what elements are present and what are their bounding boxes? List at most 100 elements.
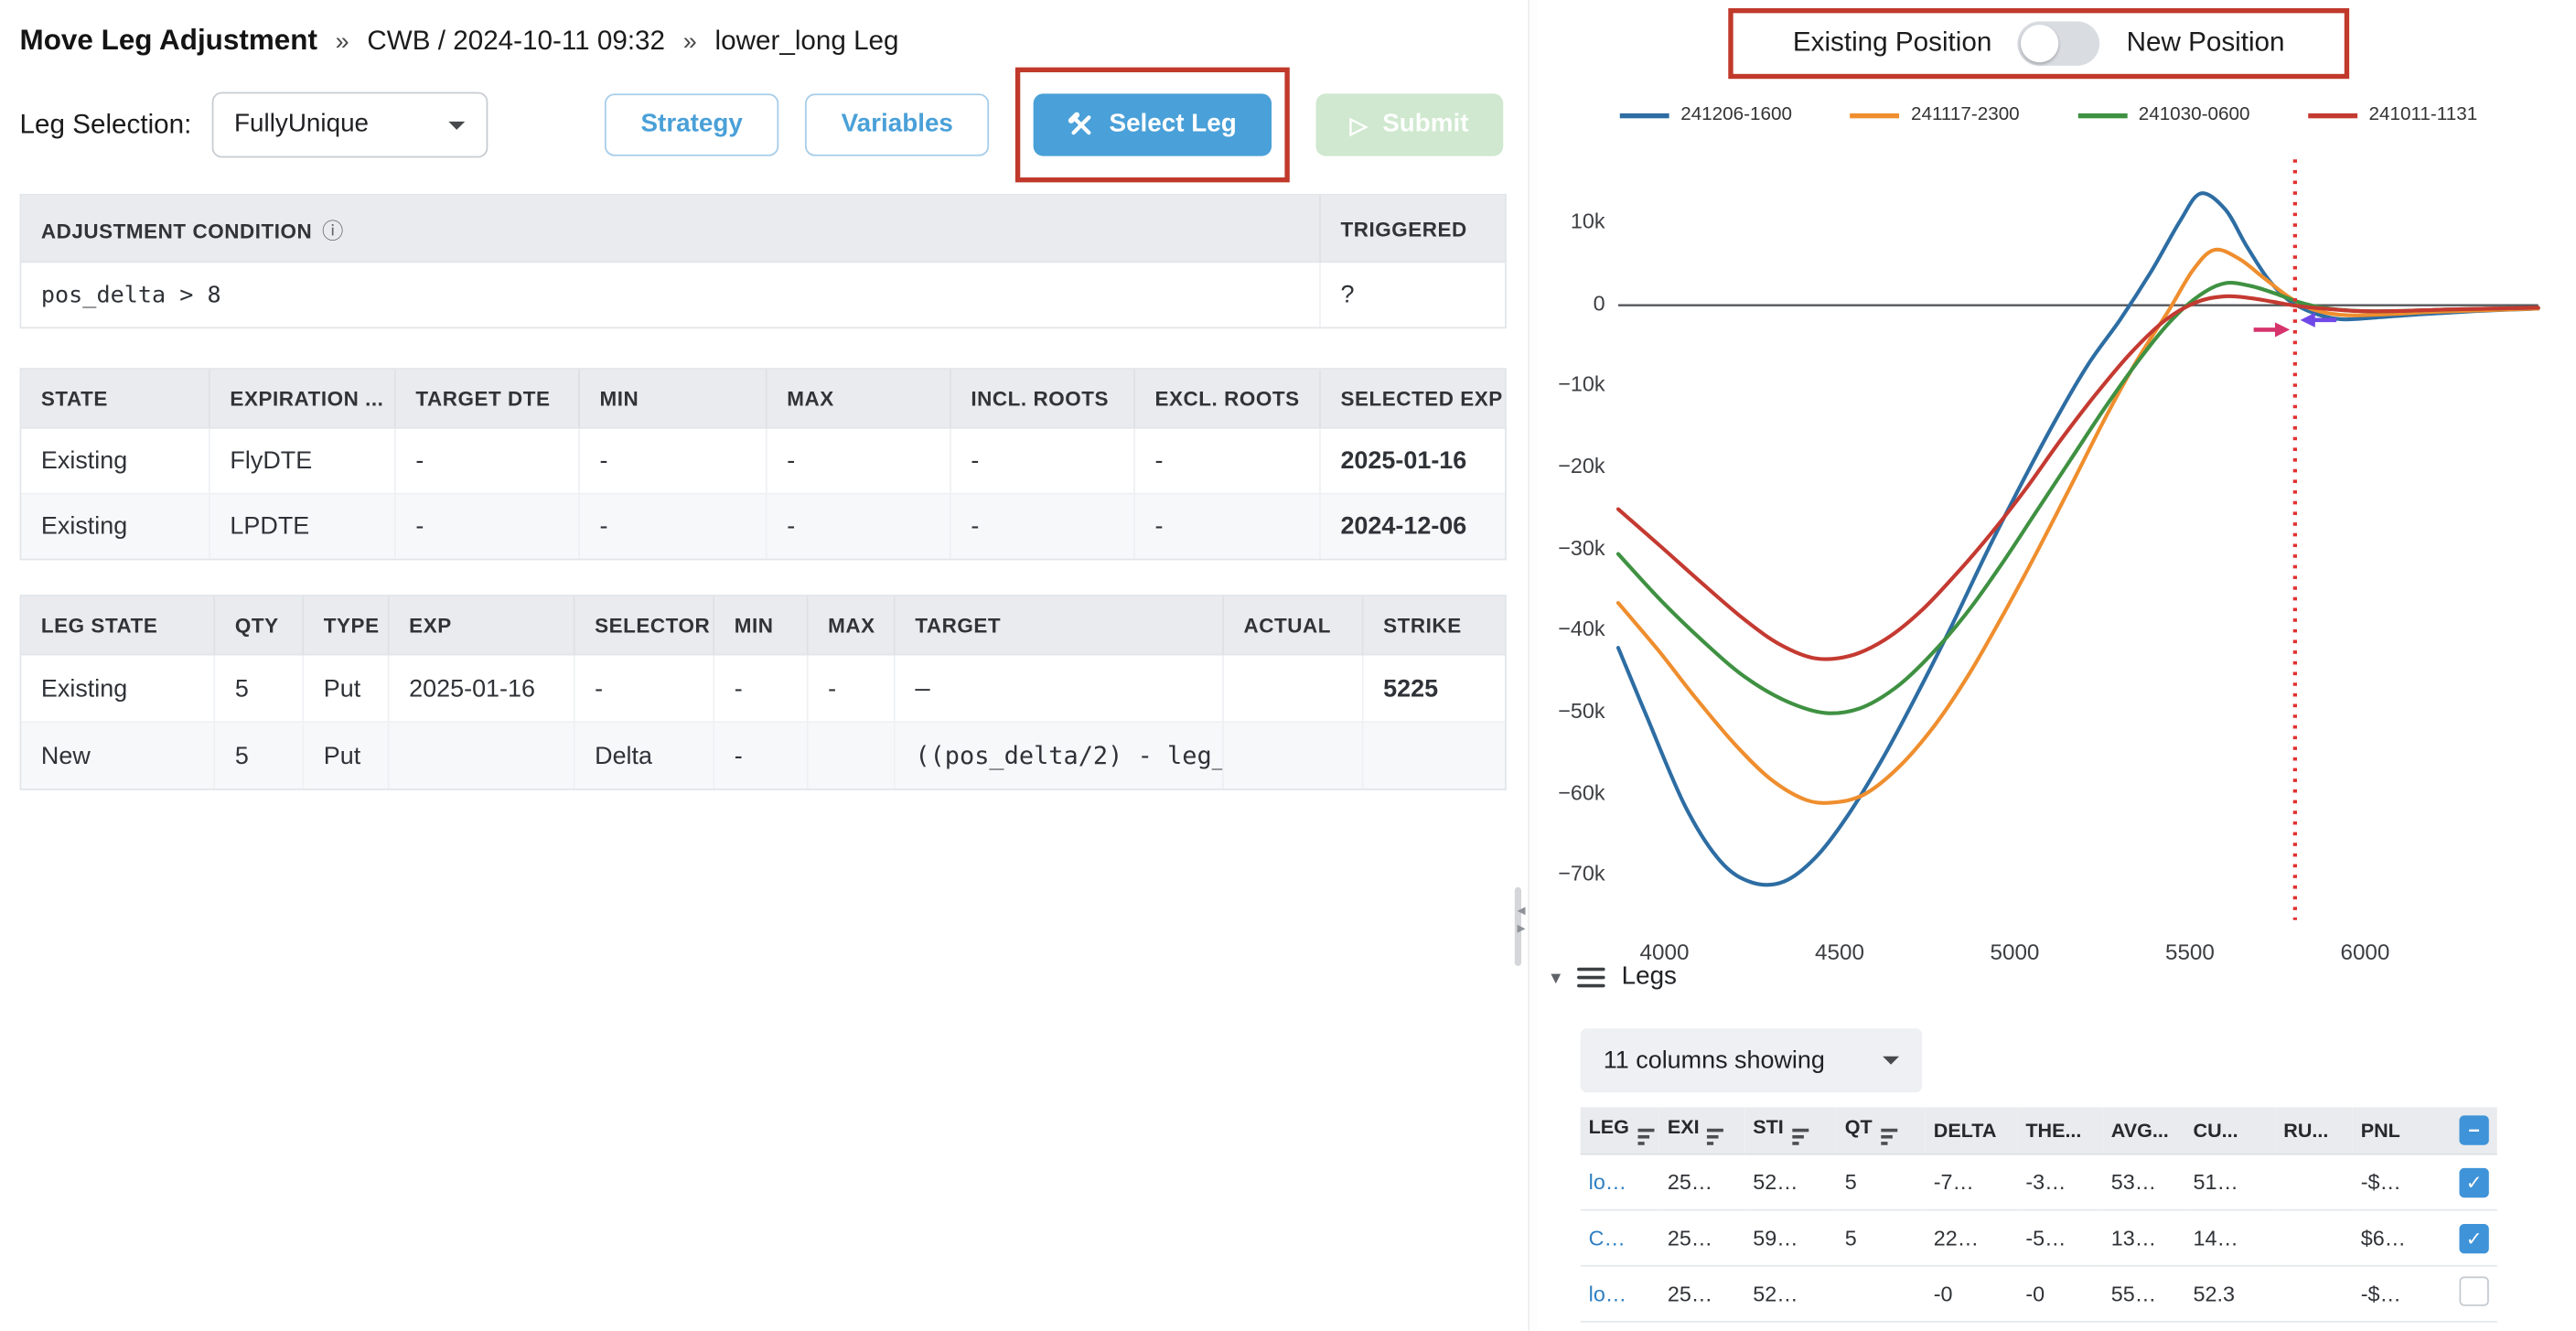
- legs-title: Legs: [1622, 962, 1677, 992]
- sort-filter-icon[interactable]: [1708, 1129, 1724, 1145]
- legs-cell: [2103, 1322, 2185, 1331]
- position-toggle[interactable]: [2018, 21, 2100, 65]
- legs-col-header[interactable]: LEG: [1581, 1107, 1659, 1154]
- legs-cell: [1926, 1322, 2018, 1331]
- selected-exp-link[interactable]: 2024-12-06: [1321, 495, 1505, 559]
- legs-cell: [1581, 1322, 1659, 1331]
- strike-link[interactable]: 5225: [1364, 656, 1505, 724]
- legs-cell: 25…: [1659, 1266, 1744, 1322]
- legs-cell: -7…: [1926, 1154, 2018, 1210]
- select-leg-button[interactable]: Select Leg: [1034, 93, 1272, 156]
- page-title: Move Leg Adjustment: [20, 23, 317, 58]
- cell: [809, 723, 896, 789]
- legend-item[interactable]: 241206-1600: [1620, 105, 1792, 125]
- legs-cell[interactable]: ✓: [2451, 1154, 2496, 1210]
- legend-swatch-icon: [1620, 113, 1669, 117]
- legs-cell[interactable]: ✓: [2451, 1322, 2496, 1331]
- cell: FlyDTE: [210, 429, 396, 495]
- cell: [1224, 656, 1364, 724]
- legs-cell: [2275, 1266, 2352, 1322]
- legs-cell: -0: [2017, 1266, 2102, 1322]
- leg-link[interactable]: C…: [1589, 1226, 1626, 1250]
- selected-exp-link[interactable]: 2025-01-16: [1321, 429, 1505, 495]
- pnl-chart-plot[interactable]: [1618, 159, 2538, 920]
- legs-table: LEGEXISTIQTDELTATHE...AVG...CU...RU...PN…: [1581, 1107, 2497, 1330]
- select-all-checkbox[interactable]: −: [2459, 1115, 2488, 1144]
- legs-col-header[interactable]: EXI: [1659, 1107, 1744, 1154]
- legs-col-header[interactable]: CU...: [2185, 1107, 2276, 1154]
- panel-splitter[interactable]: ◂▸: [1511, 902, 1531, 939]
- row-checkbox[interactable]: [2459, 1276, 2488, 1305]
- sort-filter-icon[interactable]: [1792, 1129, 1809, 1145]
- info-icon[interactable]: ⓘ: [322, 219, 344, 243]
- variables-button[interactable]: Variables: [805, 93, 989, 156]
- sort-filter-icon[interactable]: [1637, 1129, 1654, 1145]
- cell: -: [809, 656, 896, 724]
- leg-selection-select[interactable]: FullyUnique: [211, 92, 488, 158]
- collapse-caret-icon[interactable]: ▾: [1551, 966, 1561, 989]
- strategy-button[interactable]: Strategy: [605, 93, 778, 156]
- cell: Put: [304, 723, 389, 789]
- col-header: EXCL. ROOTS: [1135, 370, 1321, 429]
- legs-col-header[interactable]: AVG...: [2103, 1107, 2185, 1154]
- legs-cell[interactable]: [2451, 1266, 2496, 1322]
- legs-col-header[interactable]: QT: [1837, 1107, 1926, 1154]
- legend-swatch-icon: [1851, 113, 1900, 117]
- chevron-down-icon: [1883, 1057, 1899, 1065]
- new-position-label[interactable]: New Position: [2127, 28, 2285, 59]
- cell: Delta: [575, 723, 715, 789]
- breadcrumb-separator: »: [683, 28, 697, 57]
- annotation-arrow-head-icon: [2301, 313, 2315, 327]
- row-checkbox[interactable]: ✓: [2459, 1167, 2488, 1197]
- breadcrumb: Move Leg Adjustment » CWB / 2024-10-11 0…: [20, 23, 1504, 66]
- menu-icon[interactable]: [1577, 968, 1605, 988]
- leg-link[interactable]: lo…: [1589, 1170, 1627, 1195]
- cell: Existing: [21, 429, 210, 495]
- cell: [390, 723, 575, 789]
- legs-cell[interactable]: lo…: [1581, 1154, 1659, 1210]
- legend-item[interactable]: 241011-1131: [2308, 105, 2477, 125]
- condition-header: ADJUSTMENT CONDITIONⓘ: [21, 196, 1321, 263]
- legs-cell: [1744, 1322, 1837, 1331]
- legs-cell: [2275, 1210, 2352, 1266]
- cell: New: [21, 723, 215, 789]
- legs-col-header[interactable]: RU...: [2275, 1107, 2352, 1154]
- cell: -: [396, 429, 580, 495]
- legend-swatch-icon: [2077, 113, 2127, 117]
- table-row: Existing FlyDTE - - - - - 2025-01-16: [21, 429, 1505, 495]
- legs-cell[interactable]: lo…: [1581, 1266, 1659, 1322]
- submit-button[interactable]: ▷ Submit: [1315, 93, 1503, 156]
- leg-link[interactable]: lo…: [1589, 1282, 1627, 1306]
- legs-col-header[interactable]: THE...: [2017, 1107, 2102, 1154]
- col-header: SELECTED EXP: [1321, 370, 1505, 429]
- col-header: EXPIRATION ...: [210, 370, 396, 429]
- legs-cell[interactable]: ✓: [2451, 1210, 2496, 1266]
- columns-dropdown[interactable]: 11 columns showing: [1581, 1028, 1923, 1092]
- sort-filter-icon[interactable]: [1881, 1129, 1897, 1145]
- legs-col-header[interactable]: STI: [1744, 1107, 1837, 1154]
- triggered-value: ?: [1321, 263, 1505, 327]
- row-checkbox[interactable]: ✓: [2459, 1223, 2488, 1252]
- annotation-arrow-head-icon: [2275, 322, 2290, 337]
- triggered-header: TRIGGERED: [1321, 196, 1505, 263]
- y-axis-label: −30k: [1538, 535, 1605, 560]
- x-axis-label: 5500: [2151, 939, 2229, 964]
- legend-item[interactable]: 241117-2300: [1851, 105, 2020, 125]
- select-all-header[interactable]: −: [2451, 1107, 2496, 1154]
- legs-col-header[interactable]: PNL: [2353, 1107, 2452, 1154]
- cell: -: [1135, 495, 1321, 559]
- table-row: pos_delta > 8 ?: [21, 263, 1505, 327]
- legs-cell: [1837, 1266, 1926, 1322]
- col-header: STATE: [21, 370, 210, 429]
- legend-item[interactable]: 241030-0600: [2077, 105, 2249, 125]
- legs-cell: -$…: [2353, 1266, 2452, 1322]
- legs-col-header[interactable]: DELTA: [1926, 1107, 2018, 1154]
- cell: -: [580, 429, 767, 495]
- legs-cell: [2353, 1322, 2452, 1331]
- existing-position-label[interactable]: Existing Position: [1793, 28, 1991, 59]
- legs-cell[interactable]: C…: [1581, 1210, 1659, 1266]
- cell: -: [951, 495, 1135, 559]
- table-row: Existing 5 Put 2025-01-16 - - - – 5225: [21, 656, 1505, 724]
- legs-cell: 25…: [1659, 1210, 1744, 1266]
- legend-label: 241030-0600: [2139, 105, 2250, 125]
